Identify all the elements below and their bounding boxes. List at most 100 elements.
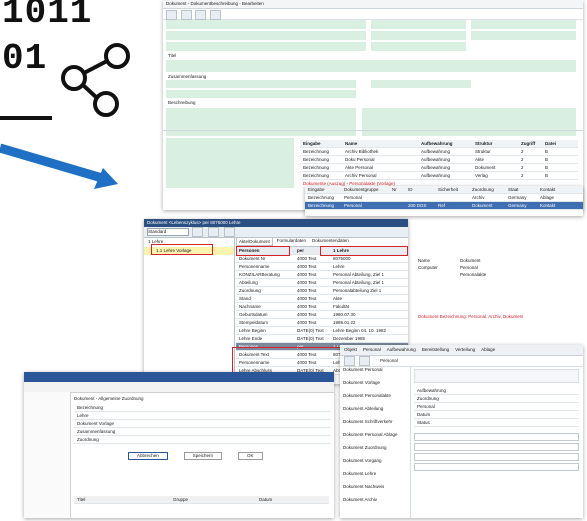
list-item[interactable]: Dokument Zuordnung bbox=[340, 445, 410, 458]
relations-table: Eingabe Name Aufbewahrung Struktur Zugri… bbox=[300, 140, 578, 188]
list-item[interactable]: Dokument Personalakte bbox=[340, 393, 410, 406]
field-input[interactable] bbox=[414, 463, 579, 471]
form-row[interactable]: Lehre bbox=[74, 412, 330, 420]
save-button[interactable] bbox=[166, 10, 177, 20]
label-name: Name bbox=[418, 258, 431, 263]
list-item[interactable]: Dokument Personal bbox=[340, 367, 410, 380]
list-item[interactable]: Dokument Nachweis bbox=[340, 484, 410, 497]
list-item[interactable]: Dokument Abteilung bbox=[340, 406, 410, 419]
list-item[interactable]: Dokument Schriftverkehr bbox=[340, 419, 410, 432]
new-button[interactable] bbox=[344, 356, 355, 366]
form-field[interactable] bbox=[371, 80, 471, 88]
grid-row[interactable]: Geburtsdatum 4000 Text 1980.07.30 bbox=[236, 311, 408, 319]
detail-fields bbox=[414, 433, 579, 471]
table-row[interactable]: Bezeichnung Personal Archiv Germany Abla… bbox=[305, 194, 583, 202]
tab-ablage[interactable]: Ablage bbox=[479, 347, 497, 353]
ribbon bbox=[24, 372, 334, 382]
form-field[interactable] bbox=[166, 31, 366, 40]
tab-aufbewahrung[interactable]: Aufbewahrung bbox=[385, 347, 418, 353]
form-field[interactable] bbox=[371, 20, 466, 29]
search-button[interactable] bbox=[224, 227, 235, 237]
print-button[interactable] bbox=[210, 10, 222, 20]
tab-objekt[interactable]: Objekt bbox=[342, 347, 359, 353]
highlight-box-header bbox=[236, 246, 290, 256]
notes-textarea[interactable] bbox=[362, 108, 576, 136]
window-title: Dokument <Lebenszyklus> per 8075000 Lehr… bbox=[147, 220, 241, 225]
form-field[interactable] bbox=[371, 42, 466, 51]
app-toolbar: Personal bbox=[340, 356, 583, 367]
section-title: Titel bbox=[168, 53, 177, 58]
open-button[interactable] bbox=[359, 356, 370, 366]
value-name: Dokument bbox=[460, 258, 481, 263]
grid-row[interactable]: Stempeldatum 4000 Text 1985.01.22 bbox=[236, 319, 408, 327]
table-row[interactable]: Bezeichnung Doku Personal Aufbewahrung A… bbox=[300, 156, 578, 164]
field-input[interactable] bbox=[414, 433, 579, 441]
cancel-button[interactable]: Abbrechen bbox=[128, 452, 168, 460]
main-form-window: Dokument - Dokumentbeschreibung - Bearbe… bbox=[163, 0, 583, 210]
table-row[interactable]: Bezeichnung Archiv Bibliothek Aufbewahru… bbox=[300, 148, 578, 156]
list-item[interactable]: Dokument Vorgang bbox=[340, 458, 410, 471]
table-row-selected[interactable]: Bezeichnung Personal 200 DGS Ref Dokumen… bbox=[305, 202, 583, 210]
save-button[interactable]: Speichern bbox=[183, 452, 223, 460]
label-computer: Computer bbox=[418, 265, 438, 270]
detail-row[interactable]: Aufbewahrung bbox=[414, 387, 579, 395]
grid-row[interactable]: Nachname 4000 Text Fakultät bbox=[236, 303, 408, 311]
undo-button[interactable] bbox=[180, 10, 192, 20]
redo-button[interactable] bbox=[195, 10, 207, 20]
sidebar-panel bbox=[166, 138, 294, 188]
list-item[interactable]: Dokument Lehre bbox=[340, 471, 410, 484]
table-header: Titel Gruppe Datum bbox=[74, 496, 329, 504]
tab-verteilung[interactable]: Verteilung bbox=[453, 347, 477, 353]
grid-row[interactable]: Stand 4000 Text Akte bbox=[236, 295, 408, 303]
form-field[interactable] bbox=[471, 20, 576, 29]
grid-row[interactable]: KONZILARBeratung 4000 Text Personal Abteil… bbox=[236, 271, 408, 279]
tab-formulardaten[interactable]: Formulardaten bbox=[275, 237, 308, 246]
table-row[interactable]: Bezeichnung Akte Personal Aufbewahrung D… bbox=[300, 164, 578, 172]
form-field[interactable] bbox=[166, 80, 356, 88]
ok-button[interactable]: OK bbox=[238, 452, 263, 460]
list-item[interactable]: Dokument Personal Ablage bbox=[340, 432, 410, 445]
folder-button[interactable] bbox=[192, 227, 203, 237]
tab-akte[interactable]: Akte/Dokument bbox=[236, 237, 273, 246]
tab-bereitstellung[interactable]: Bereitstellung bbox=[420, 347, 451, 353]
detail-row[interactable]: Zuordnung bbox=[414, 395, 579, 403]
form-body: Bezeichnung Lehre Dokument Vorlage Zusam… bbox=[74, 404, 330, 444]
form-field[interactable] bbox=[471, 31, 576, 40]
refresh-button[interactable] bbox=[208, 227, 219, 237]
grid-row[interactable]: Personenname 4000 Text Lehre bbox=[236, 263, 408, 271]
list-item[interactable]: Dokument Archiv bbox=[340, 497, 410, 510]
form-field[interactable] bbox=[166, 60, 576, 72]
window-titlebar: Dokument <Lebenszyklus> per 8075000 Lehr… bbox=[144, 219, 408, 227]
form-row[interactable]: Zuordnung bbox=[74, 436, 330, 444]
form-row[interactable]: Zusammenfassung bbox=[74, 428, 330, 436]
list-item[interactable]: Dokument Vorlage bbox=[340, 380, 410, 393]
field-input[interactable] bbox=[414, 453, 579, 461]
detail-row[interactable]: Personal bbox=[414, 403, 579, 411]
grid-row[interactable]: Dokument Nr 4000 Text 8075000 bbox=[236, 255, 408, 263]
tab-personal[interactable]: Personal bbox=[361, 347, 383, 353]
window-titlebar: Dokument - Dokumentbeschreibung - Bearbe… bbox=[163, 0, 583, 9]
grid-row[interactable]: Zuordnung 4000 Text Personalabteilung Ziel… bbox=[236, 287, 408, 295]
table-header: Eingabe Name Aufbewahrung Struktur Zugri… bbox=[300, 140, 578, 148]
form-row[interactable]: Dokument Vorlage bbox=[74, 420, 330, 428]
description-textarea[interactable] bbox=[166, 108, 356, 136]
bottom-left-window: Dokument - Allgemeine Zuordnung Bezeichn… bbox=[24, 372, 334, 518]
grid-row[interactable]: Abteilung 4000 Text Personal Abteilung, Zi… bbox=[236, 279, 408, 287]
table-row[interactable]: Bezeichnung Archiv Personal Aufbewahrung… bbox=[300, 172, 578, 180]
value-computer: Personal bbox=[460, 265, 478, 270]
form-field[interactable] bbox=[166, 20, 366, 29]
detail-row[interactable]: Datum bbox=[414, 411, 579, 419]
view-select[interactable]: Standard bbox=[147, 228, 189, 236]
form-field[interactable] bbox=[166, 42, 366, 51]
grid-row[interactable]: Lehre Ende DATE(0) Text Dezember 1985 bbox=[236, 335, 408, 343]
tab-dokumentendaten[interactable]: Dokumentendaten bbox=[310, 237, 351, 246]
grid-row[interactable]: Lehre Beginn DATE(0) Text Lehre Beginn 04.… bbox=[236, 327, 408, 335]
form-field[interactable] bbox=[371, 31, 466, 40]
form-footer bbox=[163, 130, 583, 131]
detail-row[interactable]: Status bbox=[414, 419, 579, 427]
highlight-box-column bbox=[320, 246, 408, 256]
form-grid: Titel Zusammenfassung Beschreibung bbox=[166, 20, 576, 136]
form-row[interactable]: Bezeichnung bbox=[74, 404, 330, 412]
form-field[interactable] bbox=[166, 90, 356, 98]
field-input[interactable] bbox=[414, 443, 579, 451]
